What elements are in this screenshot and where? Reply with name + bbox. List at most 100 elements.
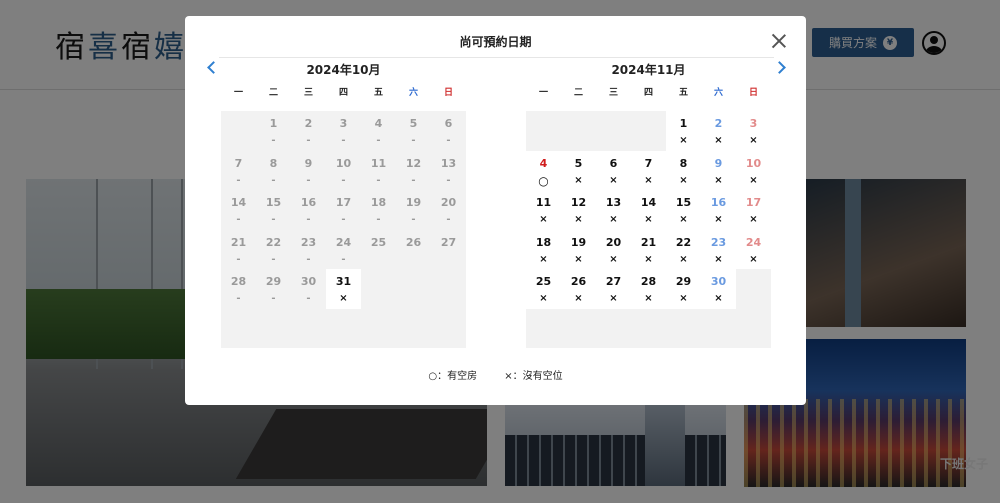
day-number: 5 bbox=[409, 117, 418, 130]
day-number: 10 bbox=[745, 156, 762, 170]
calendar-day: 4- bbox=[361, 111, 396, 151]
day-status: × bbox=[714, 214, 723, 225]
calendar-day: 14 - bbox=[221, 190, 256, 230]
day-status: - bbox=[446, 135, 451, 146]
day-status: - bbox=[271, 214, 276, 225]
calendar-day: 23 × bbox=[701, 229, 736, 269]
calendar-day: 21 - bbox=[221, 230, 256, 270]
day-status: × bbox=[714, 174, 723, 186]
availability-dialog: 尚可預約日期 2024年10月 1-2-3-4-5-6-7-8-9-10-11-… bbox=[185, 16, 806, 405]
calendar-day: 23 - bbox=[291, 230, 326, 270]
day-status: × bbox=[574, 293, 583, 304]
day-number: 7 bbox=[234, 156, 243, 170]
day-number: 16 bbox=[300, 196, 317, 209]
day-number: 21 bbox=[640, 235, 657, 249]
day-number: 12 bbox=[405, 156, 422, 170]
day-number: 22 bbox=[675, 235, 692, 249]
calendar-day: 13 - bbox=[431, 151, 466, 191]
day-number: 15 bbox=[675, 196, 692, 209]
day-status: - bbox=[306, 214, 311, 225]
calendar-day: 13 × bbox=[596, 190, 631, 230]
day-number: 22 bbox=[265, 235, 282, 249]
day-number: 20 bbox=[440, 196, 457, 209]
day-number: 24 bbox=[335, 235, 352, 249]
day-status: × bbox=[609, 293, 618, 304]
day-status: × bbox=[749, 174, 758, 186]
calendar-day: 8- bbox=[256, 151, 291, 191]
day-number: 7 bbox=[644, 156, 653, 170]
day-status: × bbox=[539, 293, 548, 304]
weekday-label: 三 bbox=[608, 88, 618, 98]
calendar-day: 29 - bbox=[256, 269, 291, 309]
day-number: 8 bbox=[679, 156, 688, 170]
day-number: 12 bbox=[570, 196, 587, 209]
day-number: 4 bbox=[539, 156, 548, 170]
day-status: × bbox=[609, 253, 618, 265]
legend-available: ○：有空房 bbox=[428, 371, 478, 382]
calendar-day: 22 × bbox=[666, 229, 701, 269]
weekday-label: 三 bbox=[303, 88, 313, 98]
day-number: 26 bbox=[405, 235, 422, 249]
day-number: 3 bbox=[339, 117, 348, 130]
day-number: 28 bbox=[640, 275, 657, 288]
calendar-day: 27 bbox=[431, 230, 466, 270]
close-icon[interactable] bbox=[772, 34, 786, 48]
day-status: - bbox=[411, 214, 416, 225]
day-status: × bbox=[574, 253, 583, 265]
day-number: 31 bbox=[335, 275, 352, 288]
day-number: 23 bbox=[710, 235, 727, 249]
day-status: - bbox=[376, 214, 381, 225]
calendar-day[interactable]: 4 ○ bbox=[526, 150, 561, 190]
day-number: 18 bbox=[370, 196, 387, 209]
calendar-day: 19 - bbox=[396, 190, 431, 230]
day-number: 9 bbox=[304, 156, 313, 170]
weekday-label: 日 bbox=[443, 88, 453, 98]
calendar-day: 14 × bbox=[631, 190, 666, 230]
calendar-day: 9 × bbox=[701, 150, 736, 190]
day-status: - bbox=[341, 253, 346, 265]
day-number: 27 bbox=[605, 275, 622, 288]
day-number: 16 bbox=[710, 196, 727, 209]
day-status: - bbox=[341, 135, 346, 146]
calendar-day: 15 × bbox=[666, 190, 701, 230]
calendar-day: 15 - bbox=[256, 190, 291, 230]
day-status: - bbox=[236, 174, 241, 186]
day-status: × bbox=[679, 214, 688, 225]
calendar-day: 8 × bbox=[666, 150, 701, 190]
month-label: 2024年11月 bbox=[611, 63, 686, 77]
day-number: 21 bbox=[230, 235, 247, 249]
calendar-day: 11 - bbox=[361, 151, 396, 191]
day-status: × bbox=[574, 174, 583, 186]
day-status: × bbox=[609, 174, 618, 186]
day-status: × bbox=[749, 214, 758, 225]
day-number: 11 bbox=[370, 156, 387, 170]
day-number: 2 bbox=[714, 117, 723, 130]
day-status: - bbox=[306, 174, 311, 186]
next-month-icon[interactable] bbox=[774, 60, 788, 74]
day-number: 25 bbox=[370, 235, 387, 249]
weekday-label: 二 bbox=[268, 88, 278, 98]
day-status: - bbox=[411, 174, 416, 186]
day-status: × bbox=[339, 293, 348, 304]
weekday-label: 五 bbox=[678, 88, 688, 98]
weekday-label: 日 bbox=[748, 88, 758, 98]
day-number: 2 bbox=[304, 117, 313, 130]
calendar-day: 5 × bbox=[561, 150, 596, 190]
calendar-day: 28 × bbox=[631, 269, 666, 309]
day-number: 29 bbox=[675, 275, 692, 288]
prev-month-icon[interactable] bbox=[205, 60, 219, 74]
day-grid: 1-2-3-4-5-6-7-8-9-10-11-12-13-14-15-16-1… bbox=[221, 111, 466, 348]
calendar-day: 22 - bbox=[256, 230, 291, 270]
calendar-day: 20 × bbox=[596, 229, 631, 269]
day-status: × bbox=[644, 174, 653, 186]
day-status: × bbox=[679, 293, 688, 304]
day-status: - bbox=[306, 293, 311, 304]
weekday-label: 六 bbox=[408, 88, 418, 98]
day-status: - bbox=[306, 135, 311, 146]
weekday-label: 四 bbox=[338, 88, 348, 98]
day-number: 25 bbox=[535, 275, 552, 288]
calendar-day: 6 × bbox=[596, 150, 631, 190]
day-status: × bbox=[574, 214, 583, 225]
day-number: 19 bbox=[405, 196, 422, 209]
day-number: 23 bbox=[300, 235, 317, 249]
